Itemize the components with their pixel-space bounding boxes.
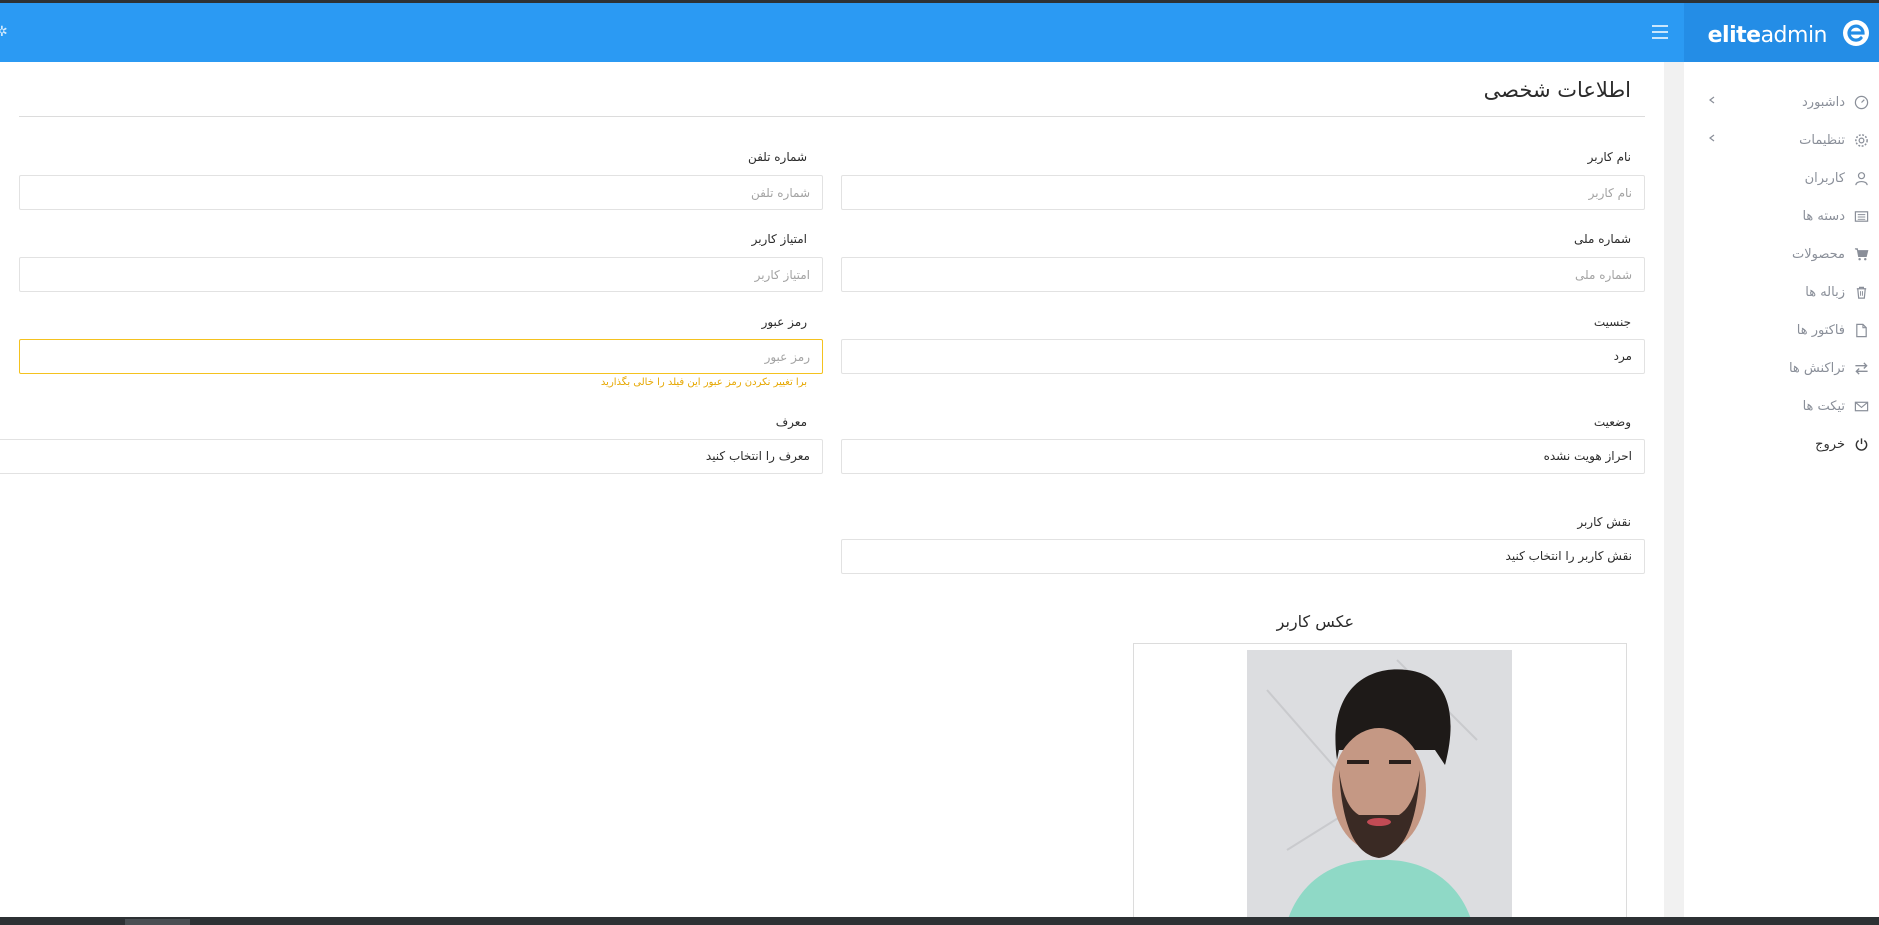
trash-icon: [1853, 284, 1869, 300]
chevron-left-icon: [1709, 96, 1715, 104]
sidebar-item-label: دسته ها: [1802, 208, 1845, 224]
sidebar-item-label: داشبورد: [1802, 94, 1845, 110]
taskbar-tab[interactable]: [125, 919, 190, 925]
title-divider: [19, 116, 1645, 117]
password-field[interactable]: [19, 339, 823, 374]
user-photo-frame[interactable]: [1133, 643, 1627, 925]
sidebar-item-label: کاربران: [1804, 170, 1845, 186]
gear-icon[interactable]: ✲: [0, 25, 10, 39]
sidebar-item-trash[interactable]: زباله ها: [1694, 281, 1869, 303]
national-id-field[interactable]: [841, 257, 1645, 292]
gender-select[interactable]: مرد: [841, 339, 1645, 374]
role-label: نقش کاربر: [1577, 515, 1631, 529]
file-icon: [1853, 322, 1869, 338]
sidebar-item-label: تراکنش ها: [1788, 360, 1845, 376]
scrollbar[interactable]: [1664, 62, 1684, 917]
user-score-field[interactable]: [19, 257, 823, 292]
role-select[interactable]: نقش کاربر را انتخاب کنید: [841, 539, 1645, 574]
top-navbar: ✲: [0, 3, 1879, 62]
sidebar-item-users[interactable]: کاربران: [1694, 167, 1869, 189]
username-label: نام کاربر: [1587, 150, 1631, 164]
cart-icon: [1853, 246, 1869, 262]
phone-label: شماره تلفن: [747, 150, 807, 164]
photo-section-title: عکس کاربر: [1276, 612, 1354, 631]
sidebar-item-categories[interactable]: دسته ها: [1694, 205, 1869, 227]
referrer-select[interactable]: معرف را انتخاب کنید: [0, 439, 823, 474]
power-icon: [1853, 436, 1869, 452]
password-label: رمز عبور: [761, 315, 807, 329]
brand-area[interactable]: eliteadmin: [1684, 3, 1879, 62]
brand-logo-text: eliteadmin: [1707, 23, 1828, 48]
user-photo: [1247, 650, 1512, 922]
sidebar-item-label: زباله ها: [1805, 284, 1845, 300]
gear-icon: [1853, 132, 1869, 148]
gender-label: جنسیت: [1593, 315, 1631, 329]
phone-field[interactable]: [19, 175, 823, 210]
user-score-label: امتیاز کاربر: [751, 232, 807, 246]
brand-logo-icon: [1843, 20, 1869, 46]
status-select[interactable]: احراز هویت نشده: [841, 439, 1645, 474]
sidebar: داشبورد تنظیمات کاربران دسته ها محصولات …: [1684, 62, 1879, 917]
envelope-icon: [1853, 398, 1869, 414]
page-title: اطلاعات شخصی: [1483, 78, 1631, 102]
password-hint: برا تغییر نکردن رمز عبور این فیلد را خال…: [600, 377, 807, 388]
sidebar-item-transactions[interactable]: تراکنش ها: [1694, 357, 1869, 379]
referrer-label: معرف: [775, 415, 807, 429]
user-icon: [1853, 170, 1869, 186]
sidebar-item-label: خروج: [1815, 436, 1845, 452]
status-label: وضعیت: [1593, 415, 1631, 429]
menu-icon[interactable]: [1652, 25, 1668, 39]
national-id-label: شماره ملی: [1574, 232, 1631, 246]
sidebar-item-tickets[interactable]: تیکت ها: [1694, 395, 1869, 417]
sidebar-item-invoices[interactable]: فاکتور ها: [1694, 319, 1869, 341]
exchange-icon: [1853, 360, 1869, 376]
sidebar-item-dashboard[interactable]: داشبورد: [1694, 91, 1869, 113]
username-field[interactable]: [841, 175, 1645, 210]
taskbar: [0, 917, 1879, 925]
sidebar-item-products[interactable]: محصولات: [1694, 243, 1869, 265]
chevron-left-icon: [1709, 134, 1715, 142]
sidebar-item-label: فاکتور ها: [1796, 322, 1845, 338]
sidebar-item-label: تیکت ها: [1802, 398, 1845, 414]
list-icon: [1853, 208, 1869, 224]
sidebar-item-logout[interactable]: خروج: [1694, 433, 1869, 455]
dashboard-icon: [1853, 94, 1869, 110]
sidebar-item-label: تنظیمات: [1799, 132, 1845, 148]
sidebar-item-settings[interactable]: تنظیمات: [1694, 129, 1869, 151]
sidebar-item-label: محصولات: [1792, 246, 1845, 262]
